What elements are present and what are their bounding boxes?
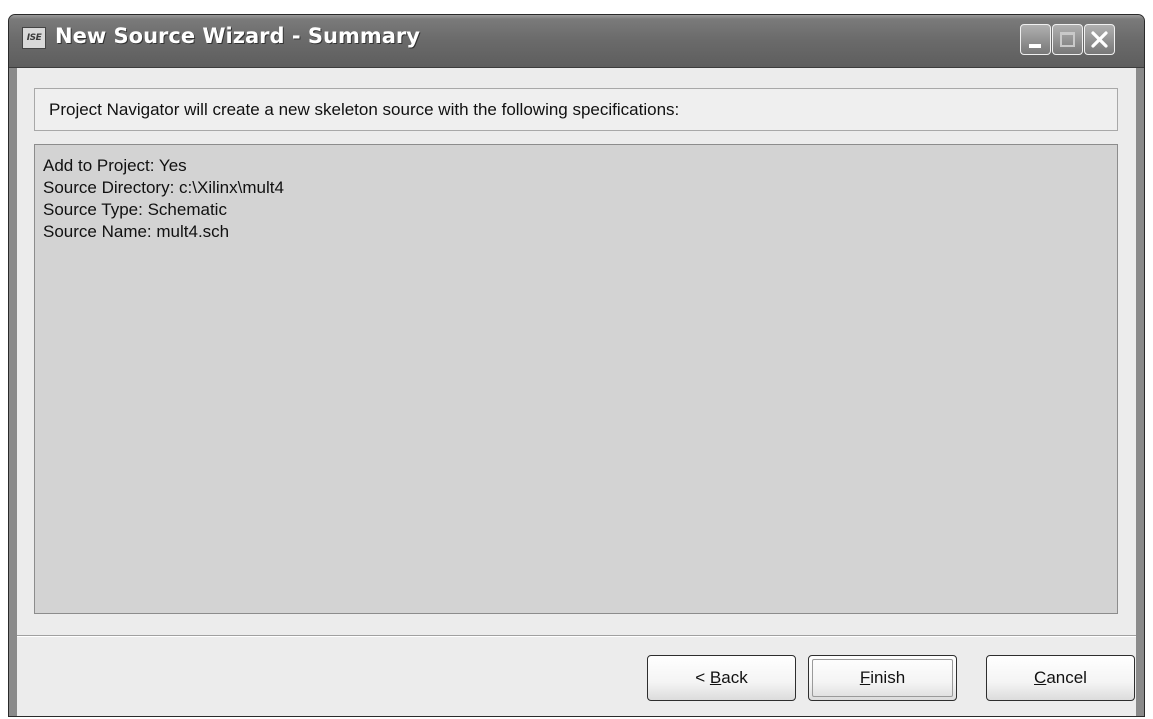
wizard-window: ISE New Source Wizard - Summary Project … [8, 14, 1145, 717]
back-button-label: ack [721, 668, 748, 687]
button-separator [17, 635, 1136, 637]
spec-source-name: Source Name: mult4.sch [43, 222, 230, 241]
title-bar[interactable]: ISE New Source Wizard - Summary [9, 15, 1144, 68]
cancel-button[interactable]: Cancel [986, 655, 1135, 701]
maximize-icon [1060, 32, 1075, 47]
back-button-prefix: < [695, 668, 710, 687]
finish-button-focus-ring: Finish [812, 659, 953, 697]
minimize-icon [1029, 44, 1041, 48]
wizard-client-area: Project Navigator will create a new skel… [17, 68, 1136, 716]
specifications-box: Add to Project: Yes Source Directory: c:… [34, 144, 1118, 614]
spec-source-directory: Source Directory: c:\Xilinx\mult4 [43, 178, 284, 197]
finish-button-label: inish [870, 668, 906, 687]
cancel-button-accel: C [1034, 668, 1047, 687]
spec-source-type: Source Type: Schematic [43, 200, 227, 219]
maximize-button[interactable] [1052, 24, 1083, 55]
cancel-button-label: ancel [1046, 668, 1087, 687]
summary-header-text: Project Navigator will create a new skel… [49, 100, 680, 119]
spec-add-to-project: Add to Project: Yes [43, 156, 187, 175]
minimize-button[interactable] [1020, 24, 1051, 55]
finish-button-accel: F [859, 668, 871, 687]
summary-header: Project Navigator will create a new skel… [34, 88, 1118, 131]
back-button[interactable]: < Back [647, 655, 796, 701]
close-button[interactable] [1084, 24, 1115, 55]
back-button-accel: B [709, 668, 722, 687]
window-title: New Source Wizard - Summary [55, 24, 420, 48]
close-icon [1091, 31, 1108, 48]
app-icon: ISE [22, 27, 46, 49]
finish-button[interactable]: Finish [808, 655, 957, 701]
